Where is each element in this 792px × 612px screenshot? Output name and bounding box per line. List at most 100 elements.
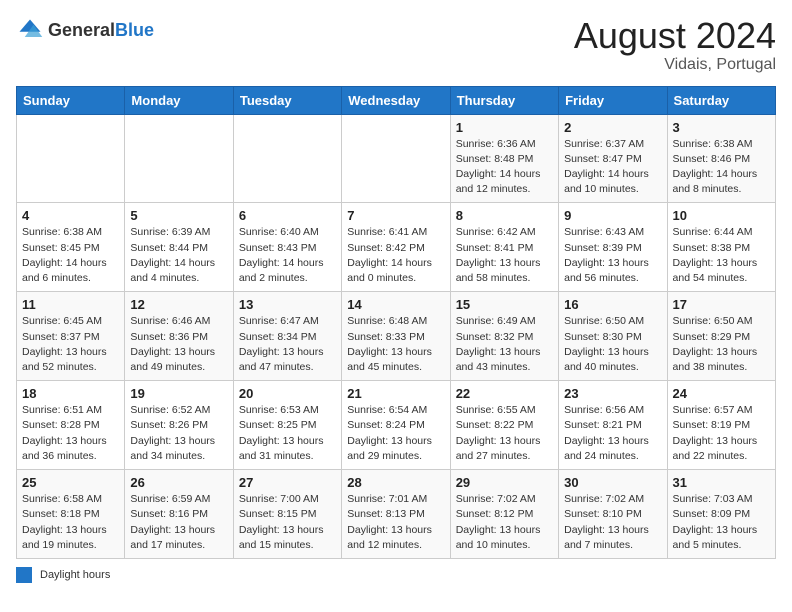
day-info: Sunrise: 6:51 AMSunset: 8:28 PMDaylight:…: [22, 403, 119, 464]
logo: GeneralBlue: [16, 16, 154, 44]
day-info: Sunrise: 6:37 AMSunset: 8:47 PMDaylight:…: [564, 137, 661, 198]
calendar-cell: 31 Sunrise: 7:03 AMSunset: 8:09 PMDayligh…: [667, 470, 775, 559]
day-info: Sunrise: 6:59 AMSunset: 8:16 PMDaylight:…: [130, 492, 227, 553]
day-number: 22: [456, 386, 553, 401]
calendar-cell: 29 Sunrise: 7:02 AMSunset: 8:12 PMDayligh…: [450, 470, 558, 559]
day-number: 19: [130, 386, 227, 401]
day-number: 28: [347, 475, 444, 490]
calendar-cell: 17Sunrise: 6:50 AMSunset: 8:29 PMDayligh…: [667, 292, 775, 381]
calendar-subtitle: Vidais, Portugal: [574, 56, 776, 74]
day-info: Sunrise: 6:56 AMSunset: 8:21 PMDaylight:…: [564, 403, 661, 464]
legend-label: Daylight hours: [40, 569, 110, 581]
day-number: 8: [456, 208, 553, 223]
day-info: Sunrise: 6:38 AMSunset: 8:46 PMDaylight:…: [673, 137, 770, 198]
day-info: Sunrise: 6:42 AMSunset: 8:41 PMDaylight:…: [456, 225, 553, 286]
day-number: 18: [22, 386, 119, 401]
day-info: Sunrise: 6:47 AMSunset: 8:34 PMDaylight:…: [239, 314, 336, 375]
header-day-friday: Friday: [559, 86, 667, 114]
week-row-4: 18 Sunrise: 6:51 AMSunset: 8:28 PMDayligh…: [17, 381, 776, 470]
day-info: Sunrise: 6:45 AMSunset: 8:37 PMDaylight:…: [22, 314, 119, 375]
week-row-1: 1Sunrise: 6:36 AMSunset: 8:48 PMDaylight…: [17, 114, 776, 203]
header-day-thursday: Thursday: [450, 86, 558, 114]
day-info: Sunrise: 7:00 AMSunset: 8:15 PMDaylight:…: [239, 492, 336, 553]
day-info: Sunrise: 6:54 AMSunset: 8:24 PMDaylight:…: [347, 403, 444, 464]
day-number: 6: [239, 208, 336, 223]
day-info: Sunrise: 6:49 AMSunset: 8:32 PMDaylight:…: [456, 314, 553, 375]
calendar-cell: 23 Sunrise: 6:56 AMSunset: 8:21 PMDayligh…: [559, 381, 667, 470]
calendar-table: SundayMondayTuesdayWednesdayThursdayFrid…: [16, 86, 776, 559]
day-number: 5: [130, 208, 227, 223]
day-info: Sunrise: 6:39 AMSunset: 8:44 PMDaylight:…: [130, 225, 227, 286]
day-info: Sunrise: 7:03 AMSunset: 8:09 PMDaylight:…: [673, 492, 770, 553]
day-number: 3: [673, 120, 770, 135]
day-number: 29: [456, 475, 553, 490]
day-info: Sunrise: 6:43 AMSunset: 8:39 PMDaylight:…: [564, 225, 661, 286]
legend: Daylight hours: [16, 567, 776, 583]
day-number: 15: [456, 297, 553, 312]
calendar-cell: 26 Sunrise: 6:59 AMSunset: 8:16 PMDayligh…: [125, 470, 233, 559]
day-number: 21: [347, 386, 444, 401]
header-day-monday: Monday: [125, 86, 233, 114]
day-number: 13: [239, 297, 336, 312]
day-info: Sunrise: 7:01 AMSunset: 8:13 PMDaylight:…: [347, 492, 444, 553]
day-number: 7: [347, 208, 444, 223]
logo-blue-text: Blue: [115, 20, 154, 40]
day-info: Sunrise: 6:50 AMSunset: 8:30 PMDaylight:…: [564, 314, 661, 375]
day-info: Sunrise: 6:40 AMSunset: 8:43 PMDaylight:…: [239, 225, 336, 286]
calendar-cell: [125, 114, 233, 203]
calendar-cell: 13 Sunrise: 6:47 AMSunset: 8:34 PMDayligh…: [233, 292, 341, 381]
calendar-cell: 25Sunrise: 6:58 AMSunset: 8:18 PMDayligh…: [17, 470, 125, 559]
day-number: 4: [22, 208, 119, 223]
day-number: 26: [130, 475, 227, 490]
calendar-cell: 12Sunrise: 6:46 AMSunset: 8:36 PMDayligh…: [125, 292, 233, 381]
calendar-cell: 8 Sunrise: 6:42 AMSunset: 8:41 PMDaylight…: [450, 203, 558, 292]
day-number: 12: [130, 297, 227, 312]
day-number: 20: [239, 386, 336, 401]
day-info: Sunrise: 7:02 AMSunset: 8:12 PMDaylight:…: [456, 492, 553, 553]
day-info: Sunrise: 6:38 AMSunset: 8:45 PMDaylight:…: [22, 225, 119, 286]
day-number: 16: [564, 297, 661, 312]
page-header: GeneralBlue August 2024 Vidais, Portugal: [16, 16, 776, 74]
calendar-cell: 14Sunrise: 6:48 AMSunset: 8:33 PMDayligh…: [342, 292, 450, 381]
day-number: 24: [673, 386, 770, 401]
calendar-cell: 28 Sunrise: 7:01 AMSunset: 8:13 PMDayligh…: [342, 470, 450, 559]
calendar-body: 1Sunrise: 6:36 AMSunset: 8:48 PMDaylight…: [17, 114, 776, 558]
calendar-cell: 20 Sunrise: 6:53 AMSunset: 8:25 PMDayligh…: [233, 381, 341, 470]
day-number: 23: [564, 386, 661, 401]
day-info: Sunrise: 6:53 AMSunset: 8:25 PMDaylight:…: [239, 403, 336, 464]
calendar-cell: [233, 114, 341, 203]
day-info: Sunrise: 6:52 AMSunset: 8:26 PMDaylight:…: [130, 403, 227, 464]
day-number: 17: [673, 297, 770, 312]
calendar-cell: [342, 114, 450, 203]
header-day-wednesday: Wednesday: [342, 86, 450, 114]
calendar-cell: 1Sunrise: 6:36 AMSunset: 8:48 PMDaylight…: [450, 114, 558, 203]
calendar-cell: 5 Sunrise: 6:39 AMSunset: 8:44 PMDaylight…: [125, 203, 233, 292]
day-number: 2: [564, 120, 661, 135]
calendar-cell: [17, 114, 125, 203]
day-info: Sunrise: 6:44 AMSunset: 8:38 PMDaylight:…: [673, 225, 770, 286]
legend-color-box: [16, 567, 32, 583]
calendar-cell: 9Sunrise: 6:43 AMSunset: 8:39 PMDaylight…: [559, 203, 667, 292]
day-number: 25: [22, 475, 119, 490]
day-info: Sunrise: 6:55 AMSunset: 8:22 PMDaylight:…: [456, 403, 553, 464]
calendar-cell: 16 Sunrise: 6:50 AMSunset: 8:30 PMDayligh…: [559, 292, 667, 381]
calendar-cell: 27 Sunrise: 7:00 AMSunset: 8:15 PMDayligh…: [233, 470, 341, 559]
calendar-cell: 3 Sunrise: 6:38 AMSunset: 8:46 PMDaylight…: [667, 114, 775, 203]
calendar-header: SundayMondayTuesdayWednesdayThursdayFrid…: [17, 86, 776, 114]
calendar-cell: 30Sunrise: 7:02 AMSunset: 8:10 PMDayligh…: [559, 470, 667, 559]
day-number: 31: [673, 475, 770, 490]
day-number: 10: [673, 208, 770, 223]
day-info: Sunrise: 6:36 AMSunset: 8:48 PMDaylight:…: [456, 137, 553, 198]
day-number: 27: [239, 475, 336, 490]
calendar-cell: 6 Sunrise: 6:40 AMSunset: 8:43 PMDaylight…: [233, 203, 341, 292]
calendar-cell: 22 Sunrise: 6:55 AMSunset: 8:22 PMDayligh…: [450, 381, 558, 470]
week-row-3: 11 Sunrise: 6:45 AMSunset: 8:37 PMDayligh…: [17, 292, 776, 381]
day-info: Sunrise: 6:41 AMSunset: 8:42 PMDaylight:…: [347, 225, 444, 286]
calendar-cell: 18 Sunrise: 6:51 AMSunset: 8:28 PMDayligh…: [17, 381, 125, 470]
header-day-tuesday: Tuesday: [233, 86, 341, 114]
day-number: 30: [564, 475, 661, 490]
day-info: Sunrise: 6:48 AMSunset: 8:33 PMDaylight:…: [347, 314, 444, 375]
calendar-cell: 21 Sunrise: 6:54 AMSunset: 8:24 PMDayligh…: [342, 381, 450, 470]
day-number: 11: [22, 297, 119, 312]
logo-icon: [16, 16, 44, 44]
